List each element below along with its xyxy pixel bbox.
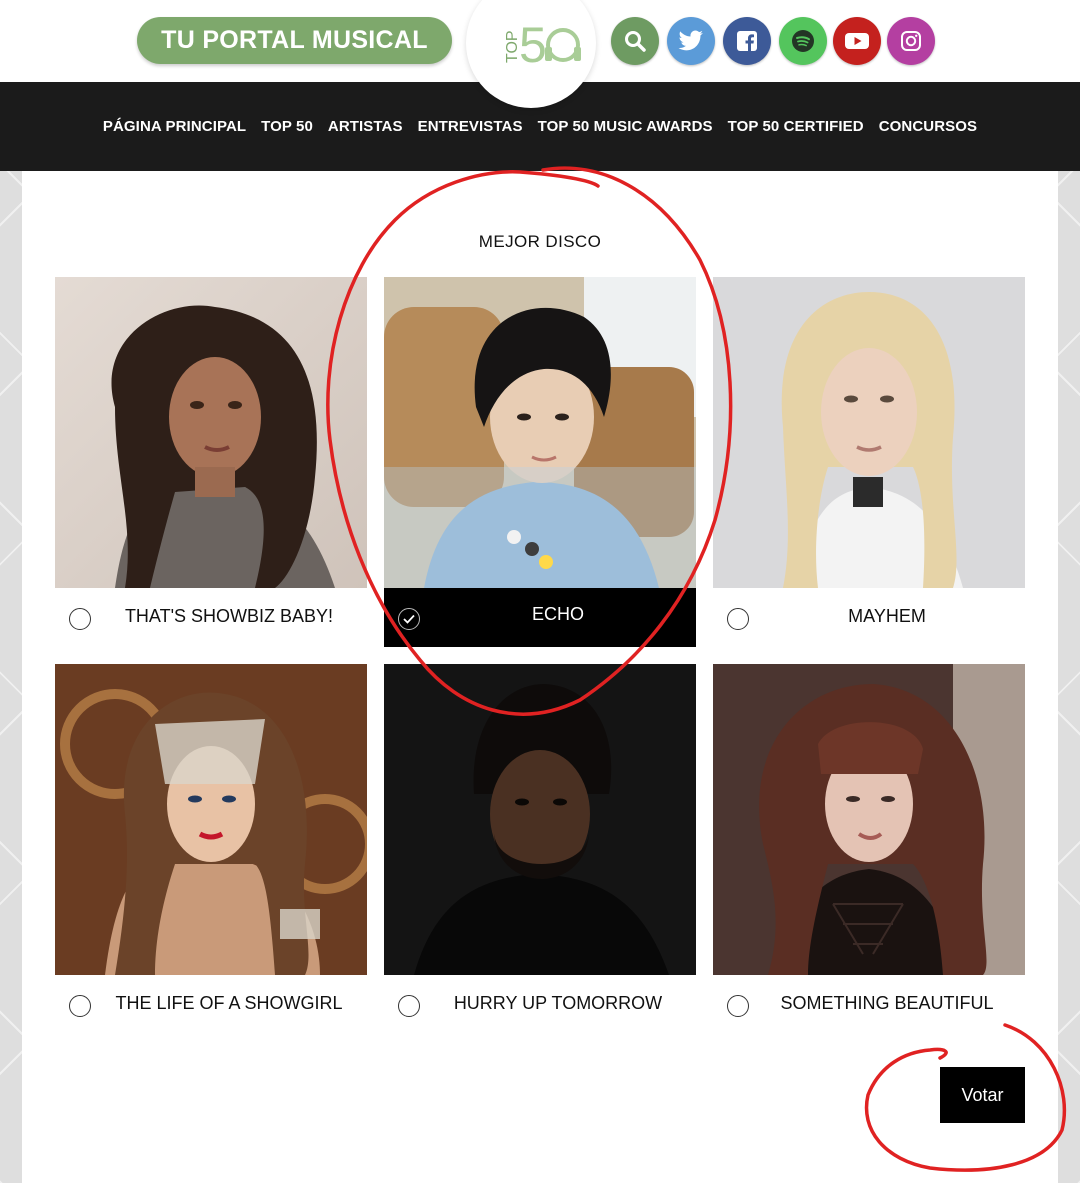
nav-certified[interactable]: TOP 50 CERTIFIED bbox=[728, 118, 864, 135]
radio-button[interactable] bbox=[398, 995, 420, 1017]
poll-option-selected: ECHO bbox=[384, 277, 696, 647]
album-photo bbox=[384, 664, 696, 975]
svg-text:5: 5 bbox=[519, 17, 547, 73]
slogan-badge[interactable]: TU PORTAL MUSICAL bbox=[137, 17, 452, 64]
option-label: HURRY UP TOMORROW bbox=[453, 993, 663, 1013]
album-photo bbox=[55, 664, 367, 975]
nav-home[interactable]: PÁGINA PRINCIPAL bbox=[103, 118, 246, 135]
album-photo bbox=[713, 277, 1025, 588]
option-caption[interactable]: MAYHEM bbox=[713, 588, 1025, 647]
search-button[interactable] bbox=[611, 17, 659, 65]
youtube-icon bbox=[845, 33, 869, 49]
spotify-link[interactable] bbox=[779, 17, 827, 65]
nav-contests[interactable]: CONCURSOS bbox=[879, 118, 977, 135]
poll-option: THE LIFE OF A SHOWGIRL bbox=[55, 664, 367, 1034]
option-caption[interactable]: THAT'S SHOWBIZ BABY! bbox=[55, 588, 367, 647]
youtube-link[interactable] bbox=[833, 17, 881, 65]
poll-option: MAYHEM bbox=[713, 277, 1025, 647]
category-title: MEJOR DISCO bbox=[478, 232, 602, 251]
option-label: ECHO bbox=[531, 604, 584, 624]
search-icon bbox=[625, 31, 646, 52]
option-label: THE LIFE OF A SHOWGIRL bbox=[115, 993, 343, 1013]
nav-music-awards[interactable]: TOP 50 MUSIC AWARDS bbox=[538, 118, 713, 135]
checkmark-icon bbox=[403, 614, 415, 624]
facebook-link[interactable] bbox=[723, 17, 771, 65]
nav-top50[interactable]: TOP 50 bbox=[261, 118, 313, 135]
radio-button[interactable] bbox=[398, 608, 420, 630]
option-label: THAT'S SHOWBIZ BABY! bbox=[124, 606, 334, 626]
radio-button[interactable] bbox=[727, 608, 749, 630]
instagram-icon bbox=[901, 31, 921, 51]
radio-button[interactable] bbox=[727, 995, 749, 1017]
spotify-icon bbox=[792, 30, 814, 52]
poll-option: THAT'S SHOWBIZ BABY! bbox=[55, 277, 367, 647]
nav-artists[interactable]: ARTISTAS bbox=[328, 118, 403, 135]
twitter-link[interactable] bbox=[667, 17, 715, 65]
radio-button[interactable] bbox=[69, 608, 91, 630]
album-photo bbox=[55, 277, 367, 588]
album-photo bbox=[713, 664, 1025, 975]
vote-button[interactable]: Votar bbox=[940, 1067, 1025, 1123]
instagram-link[interactable] bbox=[887, 17, 935, 65]
option-caption[interactable]: ECHO bbox=[384, 588, 696, 647]
option-label: MAYHEM bbox=[848, 606, 926, 626]
option-caption[interactable]: HURRY UP TOMORROW bbox=[384, 975, 696, 1034]
facebook-icon bbox=[737, 31, 757, 51]
top50-logo-icon: TOP 5 bbox=[504, 17, 581, 73]
top-bar: TU PORTAL MUSICAL TOP 5 bbox=[0, 0, 1080, 108]
twitter-icon bbox=[678, 30, 703, 51]
radio-button[interactable] bbox=[69, 995, 91, 1017]
option-caption[interactable]: SOMETHING BEAUTIFUL bbox=[713, 975, 1025, 1034]
nav-interviews[interactable]: ENTREVISTAS bbox=[418, 118, 523, 135]
poll-option: SOMETHING BEAUTIFUL bbox=[713, 664, 1025, 1034]
option-label: SOMETHING BEAUTIFUL bbox=[780, 993, 994, 1013]
album-photo bbox=[384, 277, 696, 588]
poll-option: HURRY UP TOMORROW bbox=[384, 664, 696, 1034]
option-caption[interactable]: THE LIFE OF A SHOWGIRL bbox=[55, 975, 367, 1034]
